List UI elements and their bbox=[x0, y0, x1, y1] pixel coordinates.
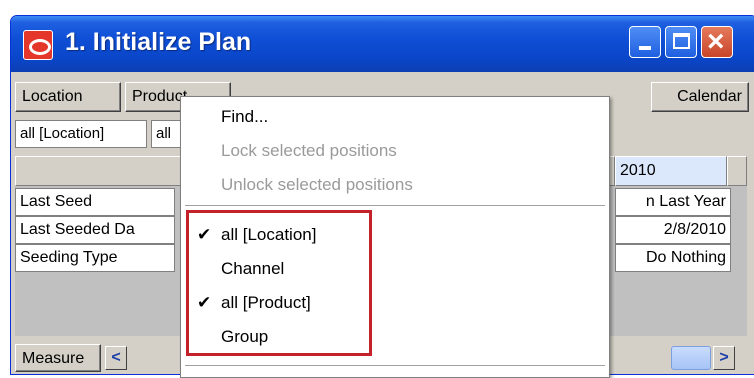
oracle-app-icon bbox=[23, 30, 53, 60]
location-filter-chip[interactable]: all [Location] bbox=[15, 120, 147, 148]
maximize-button[interactable] bbox=[665, 26, 697, 58]
chevron-left-icon: < bbox=[111, 349, 121, 366]
menu-item-lock-positions: Lock selected positions bbox=[221, 141, 397, 160]
column-header-2010[interactable]: 2010 bbox=[615, 156, 727, 186]
close-button[interactable]: × bbox=[701, 25, 733, 58]
row-label-seeding-type: Seeding Type bbox=[15, 244, 175, 272]
menu-separator bbox=[185, 365, 605, 367]
scroll-right-button[interactable]: > bbox=[713, 346, 735, 370]
highlight-annotation-box bbox=[186, 210, 372, 356]
close-icon: × bbox=[707, 25, 725, 58]
menu-item-find[interactable]: Find... bbox=[181, 101, 609, 133]
window-title: 1. Initialize Plan bbox=[65, 28, 252, 56]
value-last-seeded-date[interactable]: 2/8/2010 bbox=[615, 216, 731, 244]
scroll-left-button[interactable]: < bbox=[105, 346, 127, 370]
minimize-icon bbox=[639, 46, 651, 50]
maximize-icon bbox=[673, 33, 690, 49]
location-button[interactable]: Location bbox=[15, 82, 121, 112]
row-label-last-seed: Last Seed bbox=[15, 188, 175, 216]
measure-button[interactable]: Measure bbox=[15, 344, 101, 372]
minimize-button[interactable] bbox=[629, 26, 661, 58]
value-seeding-type[interactable]: Do Nothing bbox=[615, 244, 731, 272]
title-bar[interactable]: 1. Initialize Plan × bbox=[11, 16, 754, 72]
column-header-spacer bbox=[727, 156, 747, 186]
horizontal-scroll-thumb[interactable] bbox=[671, 346, 711, 370]
calendar-button[interactable]: Calendar bbox=[651, 82, 749, 112]
menu-separator bbox=[185, 205, 605, 207]
menu-item-unlock-positions: Unlock selected positions bbox=[221, 175, 413, 194]
value-last-seed[interactable]: n Last Year bbox=[615, 188, 731, 216]
row-label-last-seeded-date: Last Seeded Da bbox=[15, 216, 175, 244]
chevron-right-icon: > bbox=[719, 349, 729, 366]
